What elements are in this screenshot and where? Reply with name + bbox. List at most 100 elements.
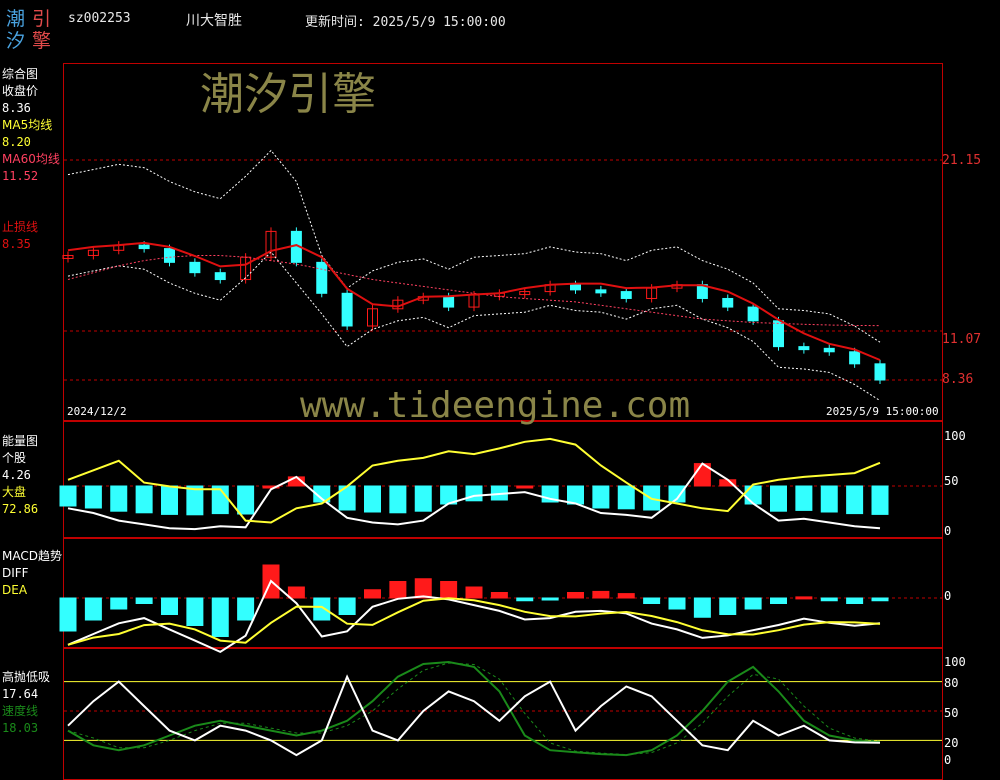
ma5-label: MA5均线	[2, 118, 53, 132]
macd-bar	[541, 597, 559, 601]
osc-value: 17.64	[2, 687, 39, 701]
candle	[874, 363, 886, 381]
macd-bar	[490, 592, 508, 599]
macd-panel-title: MACD趋势	[2, 549, 62, 563]
speed-line	[67, 660, 881, 757]
macd-bar	[287, 586, 305, 599]
watermark-url: www.tideengine.com	[300, 385, 691, 426]
macd-bar	[770, 597, 787, 604]
candle	[747, 306, 759, 322]
energy-bar	[744, 485, 762, 505]
energy-tick: 100	[944, 429, 966, 443]
energy-bar	[592, 485, 610, 509]
macd-bar	[414, 578, 432, 599]
energy-bar	[186, 485, 204, 516]
candle	[570, 284, 581, 291]
macd-bar	[516, 597, 534, 602]
candle	[849, 351, 861, 365]
energy-tick: 50	[944, 474, 959, 488]
energy-bar	[84, 485, 102, 509]
macd-bar	[338, 597, 356, 615]
macd-dea-label: DEA	[2, 583, 28, 597]
speed-label: 速度线	[2, 704, 39, 718]
energy-bar	[237, 485, 255, 515]
energy-bar	[110, 485, 128, 512]
energy-bar	[820, 485, 838, 513]
candle	[773, 320, 784, 348]
macd-bar	[135, 597, 153, 604]
energy-bar	[795, 485, 813, 511]
ma60-label: MA60均线	[2, 152, 60, 166]
candle	[214, 272, 226, 281]
close-value: 8.36	[2, 101, 31, 115]
macd-bar	[186, 597, 204, 626]
osc-tick: 20	[944, 736, 959, 750]
macd-bar	[110, 597, 128, 610]
osc-tick: 0	[944, 753, 952, 767]
ma60-value: 11.52	[2, 169, 39, 183]
stop-label: 止损线	[2, 220, 39, 234]
energy-panel-title: 能量图	[2, 434, 39, 448]
energy-market-label: 大盘	[2, 485, 27, 499]
macd-bar	[465, 586, 483, 599]
candle	[341, 292, 353, 327]
energy-stock-label: 个股	[2, 451, 27, 465]
candle	[595, 289, 607, 294]
candle	[138, 244, 150, 250]
energy-bar	[414, 485, 432, 512]
macd-bar	[820, 597, 838, 602]
macd-bar	[440, 581, 458, 599]
energy-market-value: 72.86	[2, 502, 39, 516]
close-label: 收盘价	[2, 84, 39, 98]
price-tick: 21.15	[942, 153, 982, 168]
macd-bar	[744, 597, 762, 610]
macd-bar	[211, 597, 229, 637]
macd-diff-label: DIFF	[2, 566, 29, 580]
osc-panel-title: 高抛低吸	[2, 670, 51, 684]
energy-bar	[617, 485, 635, 510]
candle	[823, 347, 835, 353]
candle	[189, 261, 201, 274]
energy-stock-value: 4.26	[2, 468, 31, 482]
energy-bar	[567, 485, 584, 505]
macd-bar	[795, 596, 813, 600]
macd-bar	[389, 581, 407, 599]
macd-bar	[567, 592, 584, 599]
speed-value: 18.03	[2, 721, 39, 735]
macd-bar	[668, 597, 686, 610]
energy-bar	[364, 485, 381, 513]
date-start: 2024/12/2	[67, 405, 127, 418]
main-panel-title: 综合图	[2, 67, 39, 81]
macd-bar	[617, 593, 635, 599]
candle	[316, 261, 328, 294]
macd-tick: 0	[944, 589, 952, 603]
energy-bar	[516, 485, 534, 489]
macd-bar	[237, 597, 255, 621]
macd-bar	[313, 597, 331, 621]
macd-bar	[364, 589, 381, 599]
macd-bar	[871, 597, 889, 602]
energy-bar	[770, 485, 787, 512]
energy-bar	[871, 485, 889, 515]
osc-tick: 100	[944, 655, 966, 669]
stop-value: 8.35	[2, 237, 31, 251]
ma5-value: 8.20	[2, 135, 31, 149]
date-end: 2025/5/9 15:00:00	[826, 405, 939, 418]
candle	[620, 291, 632, 299]
energy-tick: 0	[944, 524, 952, 538]
macd-bar	[592, 590, 610, 599]
candle	[443, 296, 455, 308]
watermark-title: 潮汐引擎	[200, 69, 376, 120]
osc-line	[67, 674, 881, 757]
energy-bar	[161, 485, 178, 515]
macd-bar	[846, 597, 864, 604]
energy-bar	[846, 485, 864, 515]
energy-bar	[389, 485, 407, 514]
candle	[722, 297, 734, 308]
macd-bar	[693, 597, 711, 618]
macd-bar	[59, 597, 77, 632]
osc-tick: 50	[944, 706, 959, 720]
macd-bar	[84, 597, 102, 621]
macd-bar	[643, 597, 661, 604]
candle	[798, 346, 810, 351]
